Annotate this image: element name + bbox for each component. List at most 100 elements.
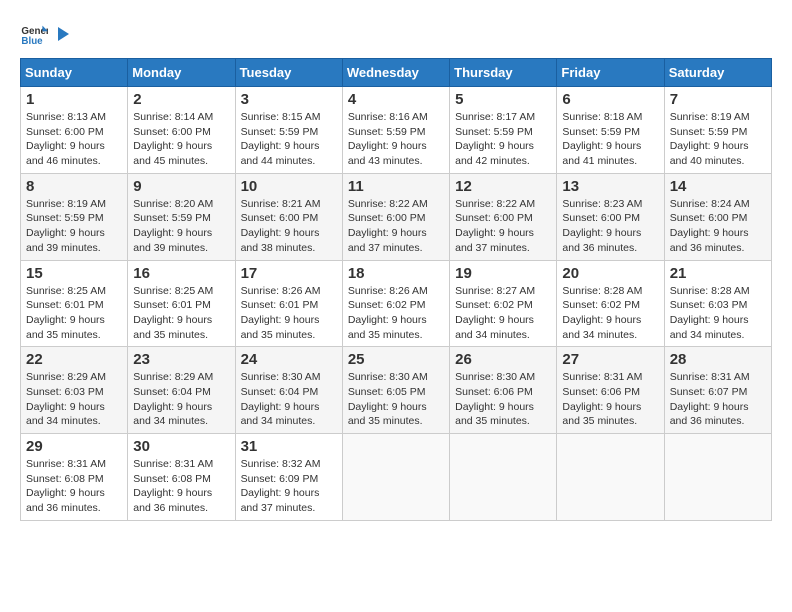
calendar-day-cell: 4 Sunrise: 8:16 AMSunset: 5:59 PMDayligh… <box>342 87 449 174</box>
day-detail: Sunrise: 8:31 AMSunset: 6:06 PMDaylight:… <box>562 370 658 429</box>
day-detail: Sunrise: 8:17 AMSunset: 5:59 PMDaylight:… <box>455 110 551 169</box>
calendar-body: 1 Sunrise: 8:13 AMSunset: 6:00 PMDayligh… <box>21 87 772 521</box>
calendar-day-cell: 11 Sunrise: 8:22 AMSunset: 6:00 PMDaylig… <box>342 173 449 260</box>
calendar-week-row: 8 Sunrise: 8:19 AMSunset: 5:59 PMDayligh… <box>21 173 772 260</box>
calendar-day-cell: 5 Sunrise: 8:17 AMSunset: 5:59 PMDayligh… <box>450 87 557 174</box>
day-detail: Sunrise: 8:25 AMSunset: 6:01 PMDaylight:… <box>26 284 122 343</box>
calendar-day-cell: 2 Sunrise: 8:14 AMSunset: 6:00 PMDayligh… <box>128 87 235 174</box>
calendar-header-row: SundayMondayTuesdayWednesdayThursdayFrid… <box>21 59 772 87</box>
calendar-day-cell: 31 Sunrise: 8:32 AMSunset: 6:09 PMDaylig… <box>235 434 342 521</box>
weekday-header: Wednesday <box>342 59 449 87</box>
calendar-day-cell: 13 Sunrise: 8:23 AMSunset: 6:00 PMDaylig… <box>557 173 664 260</box>
weekday-header: Sunday <box>21 59 128 87</box>
day-number: 1 <box>26 91 122 108</box>
calendar-day-cell: 6 Sunrise: 8:18 AMSunset: 5:59 PMDayligh… <box>557 87 664 174</box>
calendar-day-cell: 18 Sunrise: 8:26 AMSunset: 6:02 PMDaylig… <box>342 260 449 347</box>
day-detail: Sunrise: 8:16 AMSunset: 5:59 PMDaylight:… <box>348 110 444 169</box>
day-number: 10 <box>241 178 337 195</box>
day-detail: Sunrise: 8:19 AMSunset: 5:59 PMDaylight:… <box>26 197 122 256</box>
day-detail: Sunrise: 8:21 AMSunset: 6:00 PMDaylight:… <box>241 197 337 256</box>
day-number: 23 <box>133 351 229 368</box>
page-header: General Blue <box>20 20 772 48</box>
day-number: 11 <box>348 178 444 195</box>
day-number: 16 <box>133 265 229 282</box>
calendar-day-cell: 7 Sunrise: 8:19 AMSunset: 5:59 PMDayligh… <box>664 87 771 174</box>
day-detail: Sunrise: 8:26 AMSunset: 6:01 PMDaylight:… <box>241 284 337 343</box>
day-number: 12 <box>455 178 551 195</box>
day-number: 19 <box>455 265 551 282</box>
calendar-day-cell <box>342 434 449 521</box>
day-number: 22 <box>26 351 122 368</box>
day-detail: Sunrise: 8:18 AMSunset: 5:59 PMDaylight:… <box>562 110 658 169</box>
day-detail: Sunrise: 8:30 AMSunset: 6:04 PMDaylight:… <box>241 370 337 429</box>
logo: General Blue <box>20 20 72 48</box>
calendar-day-cell: 15 Sunrise: 8:25 AMSunset: 6:01 PMDaylig… <box>21 260 128 347</box>
calendar-day-cell: 26 Sunrise: 8:30 AMSunset: 6:06 PMDaylig… <box>450 347 557 434</box>
day-number: 2 <box>133 91 229 108</box>
calendar-day-cell: 23 Sunrise: 8:29 AMSunset: 6:04 PMDaylig… <box>128 347 235 434</box>
day-detail: Sunrise: 8:29 AMSunset: 6:03 PMDaylight:… <box>26 370 122 429</box>
day-number: 3 <box>241 91 337 108</box>
weekday-header: Saturday <box>664 59 771 87</box>
day-detail: Sunrise: 8:24 AMSunset: 6:00 PMDaylight:… <box>670 197 766 256</box>
logo-arrow-icon <box>53 25 71 43</box>
day-number: 15 <box>26 265 122 282</box>
calendar-week-row: 22 Sunrise: 8:29 AMSunset: 6:03 PMDaylig… <box>21 347 772 434</box>
day-detail: Sunrise: 8:31 AMSunset: 6:07 PMDaylight:… <box>670 370 766 429</box>
day-number: 13 <box>562 178 658 195</box>
calendar-day-cell: 12 Sunrise: 8:22 AMSunset: 6:00 PMDaylig… <box>450 173 557 260</box>
day-detail: Sunrise: 8:25 AMSunset: 6:01 PMDaylight:… <box>133 284 229 343</box>
calendar-day-cell: 9 Sunrise: 8:20 AMSunset: 5:59 PMDayligh… <box>128 173 235 260</box>
calendar-table: SundayMondayTuesdayWednesdayThursdayFrid… <box>20 58 772 521</box>
day-number: 27 <box>562 351 658 368</box>
day-detail: Sunrise: 8:15 AMSunset: 5:59 PMDaylight:… <box>241 110 337 169</box>
day-number: 4 <box>348 91 444 108</box>
day-detail: Sunrise: 8:13 AMSunset: 6:00 PMDaylight:… <box>26 110 122 169</box>
day-detail: Sunrise: 8:14 AMSunset: 6:00 PMDaylight:… <box>133 110 229 169</box>
weekday-header: Monday <box>128 59 235 87</box>
day-detail: Sunrise: 8:30 AMSunset: 6:06 PMDaylight:… <box>455 370 551 429</box>
day-detail: Sunrise: 8:20 AMSunset: 5:59 PMDaylight:… <box>133 197 229 256</box>
day-number: 14 <box>670 178 766 195</box>
calendar-day-cell: 30 Sunrise: 8:31 AMSunset: 6:08 PMDaylig… <box>128 434 235 521</box>
day-number: 17 <box>241 265 337 282</box>
day-detail: Sunrise: 8:22 AMSunset: 6:00 PMDaylight:… <box>348 197 444 256</box>
calendar-day-cell: 29 Sunrise: 8:31 AMSunset: 6:08 PMDaylig… <box>21 434 128 521</box>
calendar-day-cell: 14 Sunrise: 8:24 AMSunset: 6:00 PMDaylig… <box>664 173 771 260</box>
day-detail: Sunrise: 8:22 AMSunset: 6:00 PMDaylight:… <box>455 197 551 256</box>
calendar-day-cell: 19 Sunrise: 8:27 AMSunset: 6:02 PMDaylig… <box>450 260 557 347</box>
day-number: 5 <box>455 91 551 108</box>
calendar-day-cell: 10 Sunrise: 8:21 AMSunset: 6:00 PMDaylig… <box>235 173 342 260</box>
day-detail: Sunrise: 8:28 AMSunset: 6:02 PMDaylight:… <box>562 284 658 343</box>
day-detail: Sunrise: 8:26 AMSunset: 6:02 PMDaylight:… <box>348 284 444 343</box>
day-detail: Sunrise: 8:29 AMSunset: 6:04 PMDaylight:… <box>133 370 229 429</box>
calendar-day-cell: 24 Sunrise: 8:30 AMSunset: 6:04 PMDaylig… <box>235 347 342 434</box>
calendar-day-cell <box>450 434 557 521</box>
day-number: 25 <box>348 351 444 368</box>
svg-text:Blue: Blue <box>21 36 43 47</box>
day-number: 31 <box>241 438 337 455</box>
calendar-day-cell <box>557 434 664 521</box>
calendar-day-cell: 25 Sunrise: 8:30 AMSunset: 6:05 PMDaylig… <box>342 347 449 434</box>
calendar-day-cell: 3 Sunrise: 8:15 AMSunset: 5:59 PMDayligh… <box>235 87 342 174</box>
day-detail: Sunrise: 8:31 AMSunset: 6:08 PMDaylight:… <box>133 457 229 516</box>
day-number: 20 <box>562 265 658 282</box>
day-detail: Sunrise: 8:27 AMSunset: 6:02 PMDaylight:… <box>455 284 551 343</box>
day-detail: Sunrise: 8:28 AMSunset: 6:03 PMDaylight:… <box>670 284 766 343</box>
calendar-day-cell: 20 Sunrise: 8:28 AMSunset: 6:02 PMDaylig… <box>557 260 664 347</box>
weekday-header: Thursday <box>450 59 557 87</box>
day-number: 8 <box>26 178 122 195</box>
day-number: 26 <box>455 351 551 368</box>
calendar-week-row: 29 Sunrise: 8:31 AMSunset: 6:08 PMDaylig… <box>21 434 772 521</box>
calendar-day-cell: 17 Sunrise: 8:26 AMSunset: 6:01 PMDaylig… <box>235 260 342 347</box>
calendar-day-cell: 22 Sunrise: 8:29 AMSunset: 6:03 PMDaylig… <box>21 347 128 434</box>
calendar-day-cell: 8 Sunrise: 8:19 AMSunset: 5:59 PMDayligh… <box>21 173 128 260</box>
calendar-day-cell: 16 Sunrise: 8:25 AMSunset: 6:01 PMDaylig… <box>128 260 235 347</box>
day-number: 9 <box>133 178 229 195</box>
day-detail: Sunrise: 8:19 AMSunset: 5:59 PMDaylight:… <box>670 110 766 169</box>
day-number: 21 <box>670 265 766 282</box>
day-detail: Sunrise: 8:32 AMSunset: 6:09 PMDaylight:… <box>241 457 337 516</box>
calendar-day-cell: 1 Sunrise: 8:13 AMSunset: 6:00 PMDayligh… <box>21 87 128 174</box>
day-number: 18 <box>348 265 444 282</box>
weekday-header: Friday <box>557 59 664 87</box>
